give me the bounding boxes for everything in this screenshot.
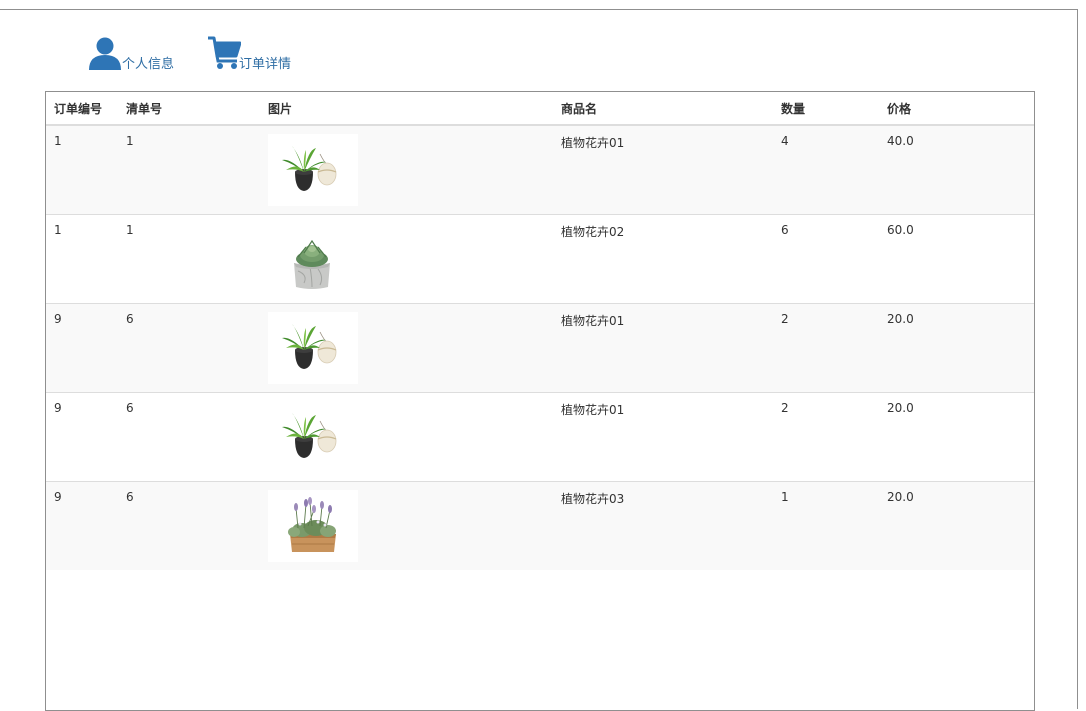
cell-quantity: 6 (773, 214, 879, 304)
cell-list-no: 6 (118, 481, 260, 570)
cell-list-no: 1 (118, 214, 260, 304)
cell-quantity: 1 (773, 481, 879, 570)
cell-order-id: 9 (46, 481, 118, 570)
nav-profile-link[interactable]: 个人信息 (88, 36, 178, 72)
product-thumbnail-plant-pot-pair[interactable] (268, 134, 358, 206)
cell-price: 20.0 (879, 481, 1034, 570)
header-product-name: 商品名 (553, 92, 773, 126)
nav-orders-label: 订单详情 (239, 57, 292, 72)
order-items-table: 订单编号 清单号 图片 商品名 数量 价格 1 1 植物花卉01 4 40.0 (46, 92, 1034, 570)
cell-price: 20.0 (879, 392, 1034, 482)
cell-image (260, 392, 553, 482)
header-price: 价格 (879, 92, 1034, 126)
cell-list-no: 6 (118, 392, 260, 482)
product-thumbnail-lavender-box[interactable] (268, 490, 358, 562)
cell-quantity: 4 (781, 134, 789, 148)
cell-product-name: 植物花卉03 (553, 481, 773, 570)
cell-price: 60.0 (879, 214, 1034, 304)
order-details-panel: 订单编号 清单号 图片 商品名 数量 价格 1 1 植物花卉01 4 40.0 (45, 91, 1035, 711)
product-thumbnail-plant-pot-pair[interactable] (268, 312, 358, 384)
product-thumbnail-plant-pot-pair[interactable] (268, 401, 358, 473)
header-order-id: 订单编号 (46, 92, 118, 126)
cell-image (260, 125, 553, 215)
header-image: 图片 (260, 92, 553, 126)
table-row: 1 1 植物花卉02 6 60.0 (46, 214, 1034, 304)
cell-order-id: 9 (46, 392, 118, 482)
cell-order-id: 1 (54, 134, 62, 148)
cell-order-id: 1 (46, 214, 118, 304)
cell-price: 20.0 (879, 303, 1034, 393)
nav-orders-link[interactable]: 订单详情 (207, 36, 307, 72)
product-thumbnail-succulent-bag[interactable] (268, 223, 358, 295)
user-icon (88, 36, 122, 73)
table-row: 1 1 植物花卉01 4 40.0 (46, 125, 1034, 215)
cell-image (260, 481, 553, 570)
cell-product-name: 植物花卉02 (553, 214, 773, 304)
table-row: 9 6 植物花卉01 2 20.0 (46, 303, 1034, 393)
cell-list-no: 6 (118, 303, 260, 393)
cell-product-name: 植物花卉01 (553, 303, 773, 393)
cell-image (260, 214, 553, 304)
table-row: 9 6 植物花卉03 1 20.0 (46, 481, 1034, 570)
cell-product-name: 植物花卉01 (561, 136, 625, 150)
shopping-cart-icon (207, 36, 242, 73)
cell-price: 40.0 (887, 134, 914, 148)
nav-profile-label: 个人信息 (122, 57, 175, 72)
cell-list-no: 1 (126, 134, 134, 148)
cell-order-id: 9 (46, 303, 118, 393)
table-row: 9 6 植物花卉01 2 20.0 (46, 392, 1034, 482)
cell-image (260, 303, 553, 393)
header-quantity: 数量 (773, 92, 879, 126)
cell-product-name: 植物花卉01 (553, 392, 773, 482)
cell-quantity: 2 (773, 392, 879, 482)
header-list-no: 清单号 (118, 92, 260, 126)
table-header-row: 订单编号 清单号 图片 商品名 数量 价格 (46, 92, 1034, 126)
cell-quantity: 2 (773, 303, 879, 393)
